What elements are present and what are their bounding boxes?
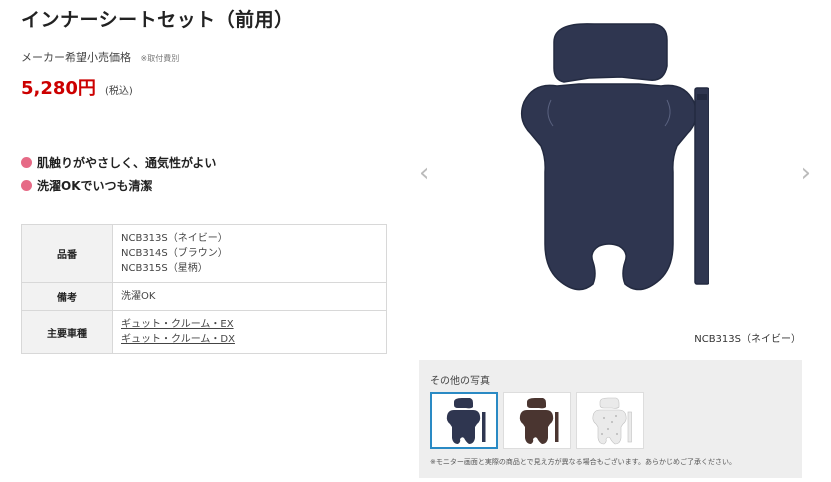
spec-value: 洗濯OK bbox=[112, 282, 387, 311]
spec-table: 品番 NCB313S（ネイビー） NCB314S（ブラウン） NCB315S（星… bbox=[21, 224, 387, 354]
tax-label: (税込) bbox=[105, 86, 133, 97]
bullet-icon bbox=[21, 180, 32, 191]
vehicle-link[interactable]: ギュット・クルーム・EX bbox=[121, 317, 378, 332]
part-number: NCB313S（ネイビー） bbox=[121, 233, 228, 244]
chevron-right-icon[interactable]: › bbox=[801, 160, 811, 186]
seat-navy-icon bbox=[446, 397, 486, 444]
spec-label: 主要車種 bbox=[21, 310, 113, 354]
thumbnail-navy[interactable] bbox=[430, 392, 498, 449]
spec-row-remarks: 備考 洗濯OK bbox=[21, 282, 387, 311]
other-photos-panel: その他の写真 ※モニター画面と実際の商品とで見え方が異なる場合もございます。あら… bbox=[419, 360, 802, 478]
spec-label: 備考 bbox=[21, 282, 113, 311]
other-photos-label: その他の写真 bbox=[430, 376, 490, 387]
price-row: 5,280円 (税込) bbox=[21, 74, 133, 100]
feature-item: 肌触りがやさしく、通気性がよい bbox=[21, 151, 216, 174]
vehicle-link[interactable]: ギュット・クルーム・DX bbox=[121, 332, 378, 347]
disclaimer: ※モニター画面と実際の商品とで見え方が異なる場合もございます。あらかじめご了承く… bbox=[430, 458, 736, 466]
seat-star-icon bbox=[592, 397, 632, 444]
bullet-icon bbox=[21, 157, 32, 168]
msrp-note: ※取付費別 bbox=[140, 54, 180, 63]
msrp-label: メーカー希望小売価格 ※取付費別 bbox=[21, 49, 179, 65]
seat-brown-icon bbox=[519, 397, 559, 444]
feature-list: 肌触りがやさしく、通気性がよい 洗濯OKでいつも清潔 bbox=[21, 151, 216, 197]
spec-row-vehicles: 主要車種 ギュット・クルーム・EX ギュット・クルーム・DX bbox=[21, 310, 387, 354]
spec-value: NCB313S（ネイビー） NCB314S（ブラウン） NCB315S（星柄） bbox=[112, 224, 387, 283]
feature-text: 洗濯OKでいつも清潔 bbox=[37, 179, 153, 193]
product-image bbox=[520, 23, 709, 291]
msrp-text: メーカー希望小売価格 bbox=[21, 51, 131, 64]
product-title: インナーシートセット（前用） bbox=[21, 9, 294, 31]
feature-item: 洗濯OKでいつも清潔 bbox=[21, 174, 216, 197]
part-number: NCB314S（ブラウン） bbox=[121, 248, 228, 259]
feature-text: 肌触りがやさしく、通気性がよい bbox=[37, 156, 217, 170]
product-gallery: ‹ › NCB313S（ネイビー） bbox=[419, 0, 811, 352]
chevron-left-icon[interactable]: ‹ bbox=[419, 160, 429, 186]
thumbnail-star[interactable] bbox=[576, 392, 644, 449]
spec-label: 品番 bbox=[21, 224, 113, 283]
part-number: NCB315S（星柄） bbox=[121, 263, 208, 274]
thumbnail-brown[interactable] bbox=[503, 392, 571, 449]
spec-row-part-number: 品番 NCB313S（ネイビー） NCB314S（ブラウン） NCB315S（星… bbox=[21, 224, 387, 283]
spec-value: ギュット・クルーム・EX ギュット・クルーム・DX bbox=[112, 310, 387, 354]
price: 5,280円 bbox=[21, 78, 96, 99]
image-caption: NCB313S（ネイビー） bbox=[694, 334, 801, 345]
